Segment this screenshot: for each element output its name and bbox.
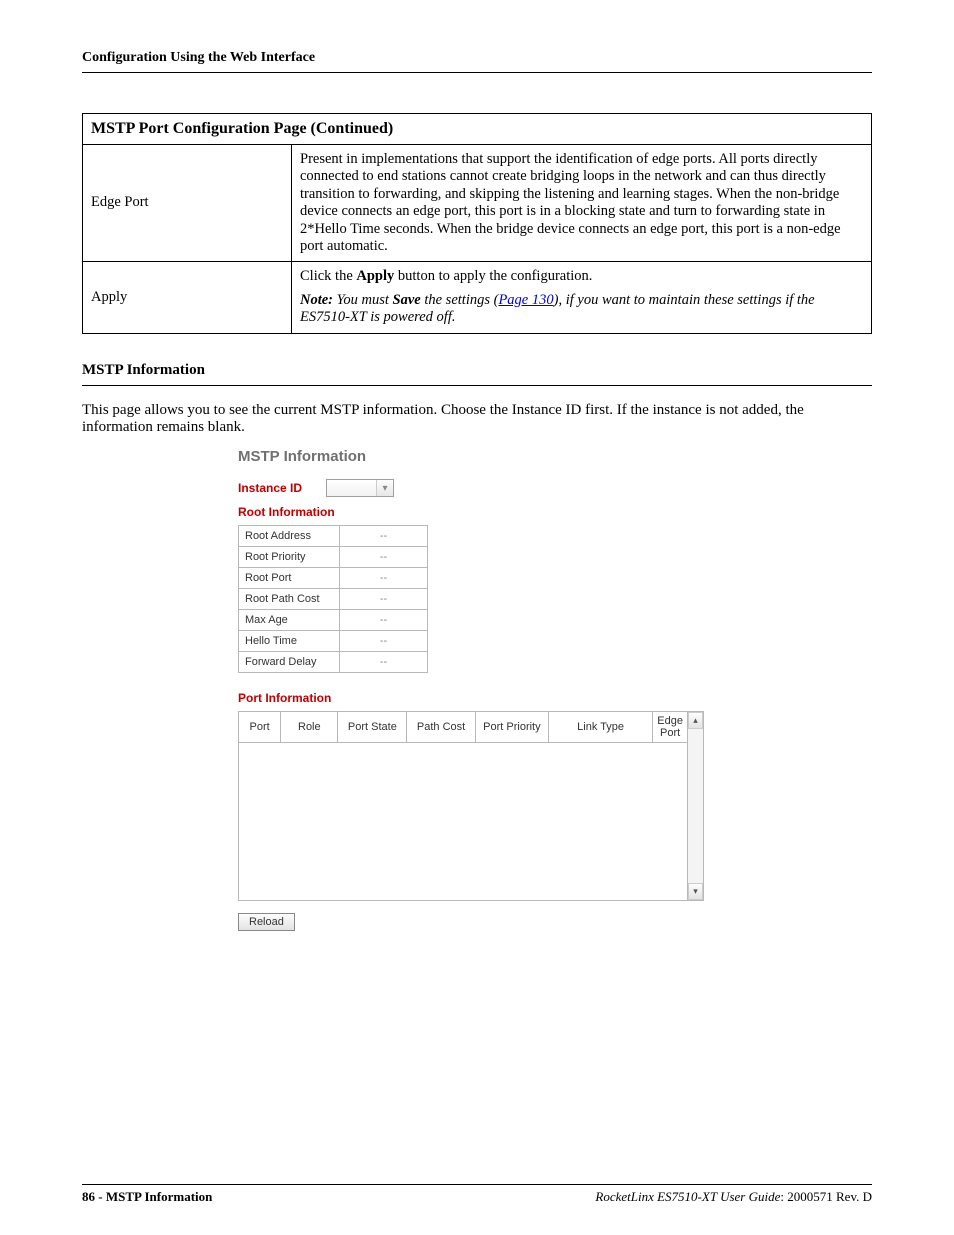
root-info-table: Root Address-- Root Priority-- Root Port…	[238, 525, 428, 673]
footer: 86 - MSTP Information RocketLinx ES7510-…	[82, 1184, 872, 1205]
table-row: Root Port--	[239, 568, 428, 589]
root-key: Hello Time	[239, 631, 340, 652]
page-link[interactable]: Page 130	[498, 292, 553, 308]
scroll-up-icon[interactable]: ▴	[688, 712, 703, 729]
table-row: Apply Click the Apply button to apply th…	[83, 262, 872, 333]
port-info-heading: Port Information	[238, 691, 738, 705]
running-header: Configuration Using the Web Interface	[82, 50, 872, 66]
root-val: --	[340, 589, 428, 610]
scroll-down-icon[interactable]: ▾	[688, 883, 703, 900]
root-key: Max Age	[239, 610, 340, 631]
table-row: Root Priority--	[239, 547, 428, 568]
footer-rule	[82, 1184, 872, 1185]
apply-word: Apply	[356, 268, 394, 284]
section-heading: MSTP Information	[82, 362, 872, 379]
row-desc-apply: Click the Apply button to apply the conf…	[292, 262, 872, 333]
reload-button[interactable]: Reload	[238, 913, 295, 931]
save-word: Save	[393, 292, 421, 308]
apply-line1c: button to apply the configuration.	[394, 268, 592, 284]
row-label-edge-port: Edge Port	[83, 145, 292, 262]
table-row: Root Address--	[239, 526, 428, 547]
mstp-info-panel: MSTP Information Instance ID ▾ Root Info…	[238, 448, 738, 931]
instance-id-label: Instance ID	[238, 481, 326, 495]
root-key: Forward Delay	[239, 652, 340, 673]
note-prefix: Note:	[300, 292, 333, 308]
product-name: RocketLinx ES7510-XT User Guide	[595, 1189, 780, 1204]
col-port: Port	[239, 712, 281, 743]
footer-sep: -	[95, 1189, 106, 1204]
root-key: Root Priority	[239, 547, 340, 568]
section-rule	[82, 385, 872, 386]
root-key: Root Port	[239, 568, 340, 589]
table-row: Root Path Cost--	[239, 589, 428, 610]
col-path-cost: Path Cost	[407, 712, 476, 743]
root-val: --	[340, 652, 428, 673]
root-key: Root Path Cost	[239, 589, 340, 610]
col-link-type: Link Type	[548, 712, 652, 743]
chevron-down-icon[interactable]: ▾	[376, 480, 393, 496]
page-number: 86	[82, 1189, 95, 1204]
root-val: --	[340, 568, 428, 589]
mstp-config-table: MSTP Port Configuration Page (Continued)…	[82, 113, 872, 334]
col-edge-port: Edge Port	[653, 712, 688, 743]
row-label-apply: Apply	[83, 262, 292, 333]
table-row: Edge Port Present in implementations tha…	[83, 145, 872, 262]
table-row: Hello Time--	[239, 631, 428, 652]
panel-title: MSTP Information	[238, 448, 738, 465]
root-info-heading: Root Information	[238, 505, 738, 519]
root-val: --	[340, 631, 428, 652]
apply-line1a: Click the	[300, 268, 356, 284]
col-role: Role	[281, 712, 338, 743]
col-port-priority: Port Priority	[475, 712, 548, 743]
col-port-state: Port State	[338, 712, 407, 743]
port-table-body	[239, 743, 688, 901]
note-b: the settings (	[421, 292, 499, 308]
root-val: --	[340, 526, 428, 547]
root-val: --	[340, 547, 428, 568]
instance-id-select[interactable]: ▾	[326, 479, 394, 497]
header-rule	[82, 72, 872, 73]
port-info-table: Port Role Port State Path Cost Port Prio…	[238, 711, 688, 901]
table-row: Forward Delay--	[239, 652, 428, 673]
row-desc-edge-port: Present in implementations that support …	[292, 145, 872, 262]
section-body: This page allows you to see the current …	[82, 402, 872, 437]
table-row: Max Age--	[239, 610, 428, 631]
scrollbar[interactable]: ▴ ▾	[688, 711, 704, 901]
note-a: You must	[333, 292, 393, 308]
doc-number: 2000571 Rev. D	[787, 1189, 872, 1204]
root-key: Root Address	[239, 526, 340, 547]
footer-section: MSTP Information	[106, 1189, 213, 1204]
table-caption: MSTP Port Configuration Page (Continued)	[83, 114, 872, 145]
root-val: --	[340, 610, 428, 631]
